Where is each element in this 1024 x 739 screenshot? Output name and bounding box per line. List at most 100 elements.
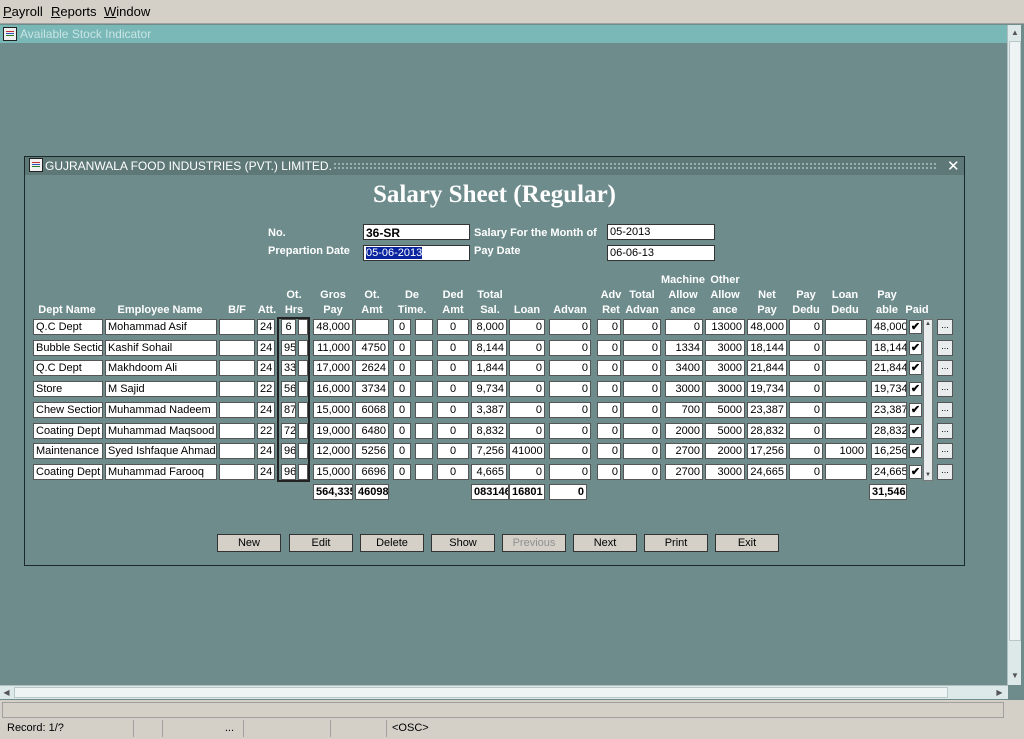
salary-month-field[interactable]: 05-2013: [607, 224, 715, 240]
cell-emp[interactable]: Kashif Sohail: [105, 339, 217, 356]
cell-att[interactable]: 24: [257, 443, 275, 460]
cell-other[interactable]: 3000: [705, 360, 745, 377]
cell-mach[interactable]: 0: [665, 319, 703, 335]
cell-dept[interactable]: Store: [33, 381, 103, 398]
cell-loan[interactable]: 0: [509, 360, 545, 377]
cell-loandedu[interactable]: [825, 319, 867, 335]
horizontal-scrollbar[interactable]: ◀ ▶: [0, 685, 1008, 699]
vertical-scrollbar[interactable]: ▲ ▼: [1007, 25, 1021, 685]
cell-other[interactable]: 2000: [705, 443, 745, 460]
row-detail-button[interactable]: ...: [937, 319, 953, 335]
show-button[interactable]: Show: [431, 534, 495, 552]
cell-de[interactable]: 0: [393, 422, 411, 439]
cell-payable[interactable]: 48,000: [871, 319, 907, 335]
cell-other[interactable]: 3000: [705, 463, 745, 480]
cell-gros[interactable]: 48,000: [313, 319, 353, 335]
cell-blank[interactable]: [415, 360, 433, 377]
cell-total[interactable]: 1,844: [471, 360, 507, 377]
cell-loan[interactable]: 41000: [509, 443, 545, 460]
cell-otamt[interactable]: [355, 319, 389, 335]
paid-checkbox[interactable]: ✔: [909, 382, 922, 397]
cell-ded[interactable]: 0: [437, 401, 469, 418]
cell-gros[interactable]: 15,000: [313, 401, 353, 418]
cell-emp[interactable]: Mohammad Asif: [105, 319, 217, 335]
pay-date-field[interactable]: 06-06-13: [607, 245, 715, 261]
scroll-left-icon[interactable]: ◀: [0, 686, 13, 699]
cell-paydedu[interactable]: 0: [789, 339, 823, 356]
menu-reports[interactable]: Reports: [51, 4, 97, 19]
menu-window[interactable]: Window: [104, 4, 150, 19]
cell-payable[interactable]: 16,256: [871, 443, 907, 460]
cell-ded[interactable]: 0: [437, 463, 469, 480]
cell-att[interactable]: 22: [257, 381, 275, 398]
cell-total[interactable]: 4,665: [471, 463, 507, 480]
paid-checkbox[interactable]: ✔: [909, 361, 922, 376]
cell-advret[interactable]: 0: [597, 339, 621, 356]
cell-mach[interactable]: 2700: [665, 463, 703, 480]
cell-loan[interactable]: 0: [509, 401, 545, 418]
cell-total[interactable]: 8,000: [471, 319, 507, 335]
cell-emp[interactable]: Muhammad Nadeem: [105, 401, 217, 418]
cell-payable[interactable]: 23,387: [871, 401, 907, 418]
cell-net[interactable]: 23,387: [747, 401, 787, 418]
cell-mach[interactable]: 1334: [665, 339, 703, 356]
cell-gros[interactable]: 16,000: [313, 381, 353, 398]
cell-payable[interactable]: 18,144: [871, 339, 907, 356]
cell-advret[interactable]: 0: [597, 463, 621, 480]
cell-totadv[interactable]: 0: [623, 422, 661, 439]
cell-totadv[interactable]: 0: [623, 360, 661, 377]
cell-dept[interactable]: Chew Section: [33, 401, 103, 418]
cell-net[interactable]: 48,000: [747, 319, 787, 335]
cell-advan[interactable]: 0: [549, 319, 591, 335]
cell-advan[interactable]: 0: [549, 381, 591, 398]
cell-dept[interactable]: Coating Dept: [33, 422, 103, 439]
edit-button[interactable]: Edit: [289, 534, 353, 552]
cell-advan[interactable]: 0: [549, 422, 591, 439]
cell-bf[interactable]: [219, 339, 255, 356]
new-button[interactable]: New: [217, 534, 281, 552]
scroll-down-icon[interactable]: ▼: [1009, 669, 1021, 682]
cell-advret[interactable]: 0: [597, 319, 621, 335]
scroll-up-icon[interactable]: ▲: [1009, 26, 1021, 39]
cell-mach[interactable]: 3000: [665, 381, 703, 398]
close-icon[interactable]: ✕: [947, 157, 960, 175]
cell-net[interactable]: 21,844: [747, 360, 787, 377]
cell-gros[interactable]: 11,000: [313, 339, 353, 356]
cell-emp[interactable]: M Sajid: [105, 381, 217, 398]
cell-other[interactable]: 13000: [705, 319, 745, 335]
cell-net[interactable]: 17,256: [747, 443, 787, 460]
paid-checkbox[interactable]: ✔: [909, 340, 922, 355]
cell-att[interactable]: 22: [257, 422, 275, 439]
cell-de[interactable]: 0: [393, 339, 411, 356]
cell-total[interactable]: 8,832: [471, 422, 507, 439]
cell-other[interactable]: 3000: [705, 381, 745, 398]
cell-paydedu[interactable]: 0: [789, 381, 823, 398]
cell-de[interactable]: 0: [393, 401, 411, 418]
rows-scroll-down-icon[interactable]: ▼: [924, 471, 932, 480]
print-button[interactable]: Print: [644, 534, 708, 552]
cell-totadv[interactable]: 0: [623, 401, 661, 418]
cell-payable[interactable]: 21,844: [871, 360, 907, 377]
cell-gros[interactable]: 19,000: [313, 422, 353, 439]
cell-mach[interactable]: 2700: [665, 443, 703, 460]
cell-loan[interactable]: 0: [509, 319, 545, 335]
cell-att[interactable]: 24: [257, 463, 275, 480]
cell-bf[interactable]: [219, 319, 255, 335]
row-detail-button[interactable]: ...: [937, 401, 953, 418]
cell-emp[interactable]: Syed Ishfaque Ahmad: [105, 443, 217, 460]
no-field[interactable]: 36-SR: [363, 224, 470, 240]
cell-emp[interactable]: Muhammad Farooq: [105, 463, 217, 480]
cell-gros[interactable]: 12,000: [313, 443, 353, 460]
cell-att[interactable]: 24: [257, 319, 275, 335]
horizontal-scroll-thumb[interactable]: [14, 687, 948, 698]
cell-loandedu[interactable]: [825, 463, 867, 480]
cell-other[interactable]: 3000: [705, 339, 745, 356]
cell-mach[interactable]: 700: [665, 401, 703, 418]
preparation-date-field[interactable]: 05-06-2013: [363, 245, 470, 261]
row-detail-button[interactable]: ...: [937, 422, 953, 439]
cell-bf[interactable]: [219, 422, 255, 439]
cell-ded[interactable]: 0: [437, 443, 469, 460]
cell-ded[interactable]: 0: [437, 381, 469, 398]
cell-paydedu[interactable]: 0: [789, 401, 823, 418]
cell-advan[interactable]: 0: [549, 339, 591, 356]
